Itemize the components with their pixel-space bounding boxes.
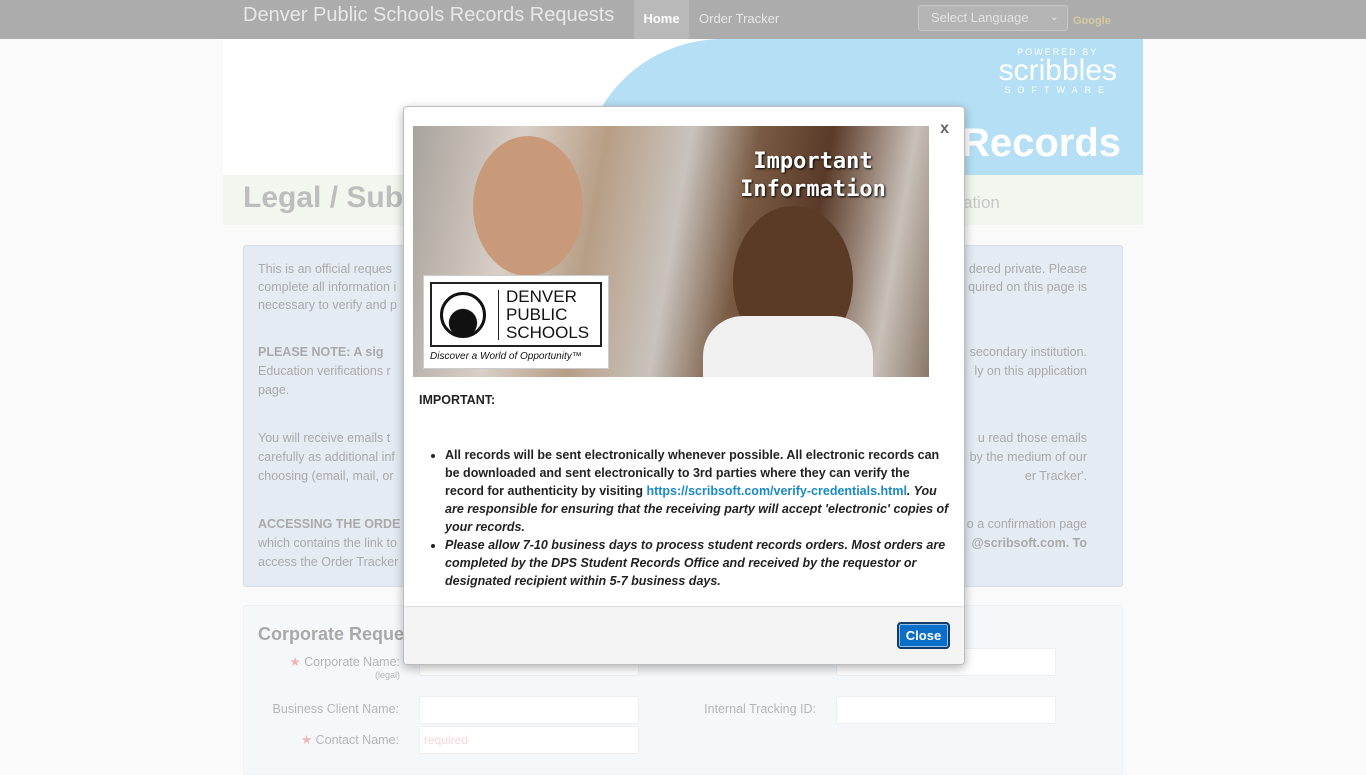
banner-records: Records bbox=[960, 121, 1121, 165]
info-text: @scribsoft.com. To bbox=[971, 536, 1087, 550]
info-text: er Tracker'. bbox=[1024, 469, 1087, 483]
info-text: access the Order Tracker bbox=[258, 555, 399, 569]
software-wordmark: SOFTWARE bbox=[1004, 85, 1112, 95]
info-text: quired on this page is bbox=[968, 280, 1087, 294]
info-text: necessary to verify and p bbox=[258, 298, 397, 312]
brand-title[interactable]: Denver Public Schools Records Requests bbox=[243, 4, 614, 27]
contact-name-label: Contact Name: bbox=[315, 733, 399, 747]
info-text: which contains the link to bbox=[258, 536, 397, 550]
close-button[interactable]: Close bbox=[897, 622, 950, 649]
info-text: by the medium of our bbox=[969, 450, 1087, 464]
verify-credentials-link[interactable]: https://scribsoft.com/verify-credentials… bbox=[646, 484, 906, 498]
page-subtitle: ation bbox=[963, 193, 1000, 212]
info-text: carefully as additional inf bbox=[258, 450, 395, 464]
info-text: o a confirmation page bbox=[966, 517, 1087, 531]
info-text: ACCESSING THE ORDE bbox=[258, 517, 401, 531]
students-photo: Important Information DENVER PUBLIC SCHOOLS… bbox=[413, 126, 929, 377]
dps-logo: DENVER PUBLIC SCHOOLS Discover a World of … bbox=[423, 275, 609, 369]
page-title: Legal / Sub bbox=[243, 181, 404, 214]
contact-name-input[interactable]: required bbox=[419, 726, 639, 754]
info-text: This is an official reques bbox=[258, 262, 392, 276]
important-info-modal: x Important Information DENVER PUBLIC SCHOO… bbox=[403, 106, 965, 665]
list-item: All records will be sent electronically … bbox=[445, 446, 949, 536]
section-heading: Corporate Reque bbox=[258, 624, 405, 644]
google-logo: Google bbox=[1073, 15, 1111, 27]
chevron-down-icon: ⌄ bbox=[1049, 11, 1059, 23]
list-item: Please allow 7-10 business days to proce… bbox=[445, 536, 949, 590]
internal-tracking-label: Internal Tracking ID: bbox=[704, 702, 816, 716]
info-text: Education verifications r bbox=[258, 364, 391, 378]
business-client-input[interactable] bbox=[419, 696, 639, 724]
business-client-label: Business Client Name: bbox=[272, 702, 399, 716]
info-text: You will receive emails t bbox=[258, 431, 391, 445]
info-text: page. bbox=[258, 383, 290, 397]
info-text: choosing (email, mail, or bbox=[258, 469, 394, 483]
corporate-name-label: Corporate Name: bbox=[304, 655, 400, 669]
internal-tracking-input[interactable] bbox=[836, 696, 1056, 724]
legal-hint: (legal) bbox=[374, 670, 400, 680]
info-text: PLEASE NOTE: A sig bbox=[258, 345, 384, 359]
modal-body: IMPORTANT: All records will be sent elec… bbox=[419, 391, 949, 590]
top-nav: Denver Public Schools Records Requests H… bbox=[0, 0, 1366, 39]
close-icon[interactable]: x bbox=[940, 120, 949, 138]
language-select-value: Select Language bbox=[931, 10, 1029, 25]
image-title: Important Information bbox=[740, 149, 886, 202]
scribbles-logo: POWERED BY scribbles SOFTWARE bbox=[999, 47, 1117, 95]
info-text: dered private. Please bbox=[968, 262, 1087, 276]
info-text: u read those emails bbox=[977, 431, 1087, 445]
modal-footer: Close bbox=[404, 606, 964, 664]
info-text: complete all information i bbox=[258, 280, 397, 294]
nav-home[interactable]: Home bbox=[634, 0, 689, 39]
info-text: secondary institution. bbox=[969, 345, 1087, 359]
required-star-icon: ★ bbox=[289, 655, 305, 669]
dps-emblem-icon bbox=[440, 292, 486, 338]
nav-order-tracker[interactable]: Order Tracker bbox=[699, 0, 779, 39]
required-star-icon: ★ bbox=[300, 733, 316, 747]
language-select[interactable]: Select Language ⌄ bbox=[918, 5, 1068, 31]
scribbles-wordmark: scribbles bbox=[998, 54, 1117, 87]
important-heading: IMPORTANT: bbox=[419, 393, 496, 407]
info-text: ly on this application bbox=[974, 364, 1087, 378]
